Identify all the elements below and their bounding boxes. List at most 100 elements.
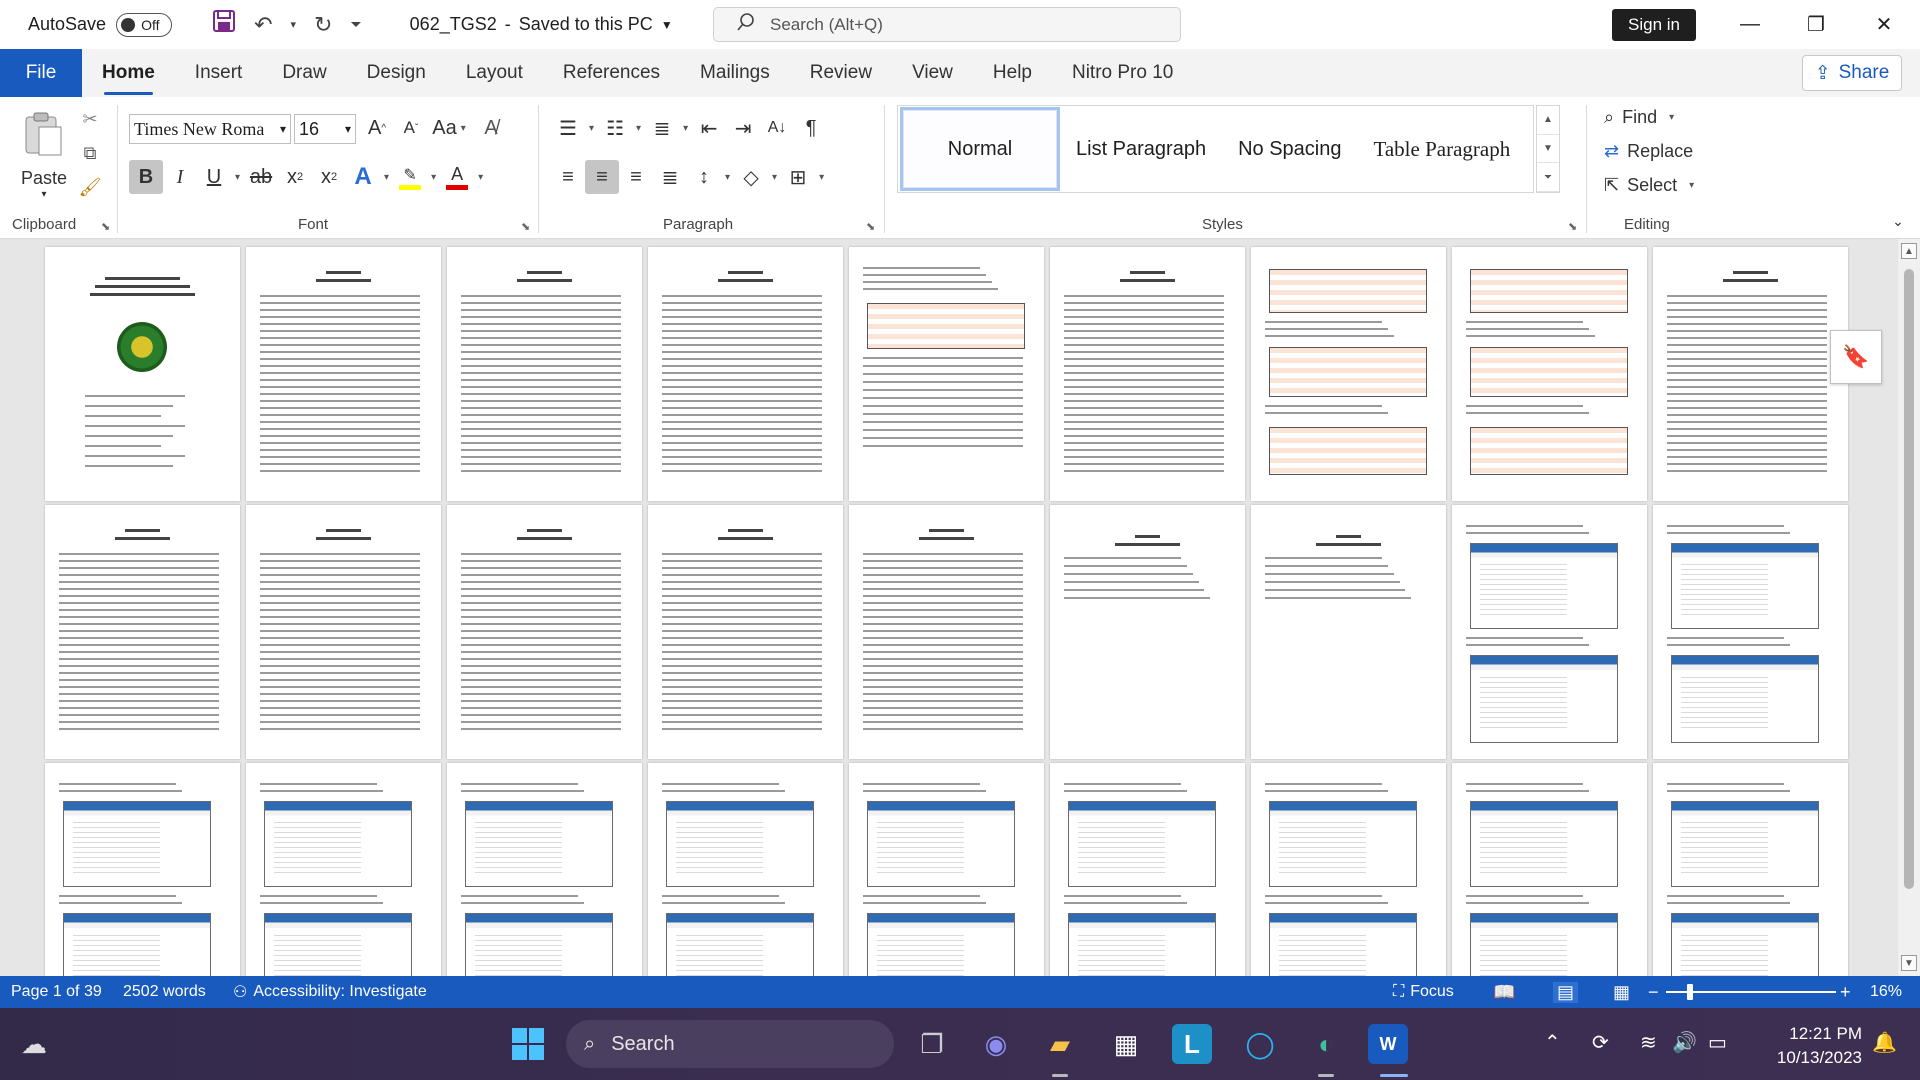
dialog-launcher-icon[interactable]: ⬊	[521, 220, 530, 233]
bookmark-icon[interactable]: 🔖	[1830, 330, 1882, 384]
page-thumbnail[interactable]	[1251, 763, 1446, 976]
sign-in-button[interactable]: Sign in	[1612, 9, 1696, 41]
tab-references[interactable]: References	[543, 49, 680, 97]
borders-icon[interactable]: ⊞	[781, 160, 815, 194]
tab-home[interactable]: Home	[82, 49, 175, 97]
tab-draw[interactable]: Draw	[262, 49, 346, 97]
tab-mailings[interactable]: Mailings	[680, 49, 790, 97]
decrease-indent-icon[interactable]: ⇤	[692, 111, 726, 145]
page-thumbnail[interactable]	[1653, 247, 1848, 501]
dialog-launcher-icon[interactable]: ⬊	[101, 220, 110, 233]
notification-icon[interactable]: 🔔	[1872, 1030, 1897, 1055]
scroll-up-icon[interactable]: ▲	[1537, 106, 1559, 135]
tab-design[interactable]: Design	[347, 49, 446, 97]
select-button[interactable]: ⇱ Select ▾	[1604, 175, 1698, 196]
page-thumbnail[interactable]	[648, 505, 843, 759]
page-thumbnail[interactable]	[648, 763, 843, 976]
document-canvas[interactable]	[0, 239, 1898, 976]
save-icon[interactable]	[212, 9, 236, 40]
page-thumbnail[interactable]	[45, 763, 240, 976]
tab-layout[interactable]: Layout	[446, 49, 543, 97]
taskbar-search[interactable]: ⌕ Search	[566, 1020, 894, 1068]
file-explorer-icon[interactable]: ▰	[1040, 1024, 1080, 1064]
style-list-paragraph[interactable]: List Paragraph	[1060, 107, 1222, 191]
sync-icon[interactable]: ⟳	[1592, 1030, 1609, 1055]
underline-icon[interactable]: U	[197, 160, 231, 194]
page-thumbnail[interactable]	[45, 505, 240, 759]
tab-view[interactable]: View	[892, 49, 973, 97]
font-size-select[interactable]: 16 ▾	[294, 114, 356, 144]
clear-formatting-icon[interactable]: A̸	[474, 111, 508, 145]
highlight-color-icon[interactable]: ✎	[393, 160, 427, 194]
page-thumbnail[interactable]	[246, 247, 441, 501]
page-thumbnail[interactable]	[246, 505, 441, 759]
teams-chat-icon[interactable]: ◉	[976, 1024, 1016, 1064]
page-thumbnail[interactable]	[1452, 505, 1647, 759]
align-right-icon[interactable]: ≡	[619, 160, 653, 194]
tab-review[interactable]: Review	[790, 49, 892, 97]
style-no-spacing[interactable]: No Spacing	[1222, 107, 1357, 191]
undo-dropdown-icon[interactable]: ▾	[291, 18, 297, 31]
page-thumbnail[interactable]	[246, 763, 441, 976]
tab-help[interactable]: Help	[973, 49, 1052, 97]
scroll-down-icon[interactable]: ▼	[1901, 955, 1917, 971]
dialog-launcher-icon[interactable]: ⬊	[1568, 220, 1577, 233]
clock[interactable]: 12:21 PM 10/13/2023	[1762, 1022, 1862, 1070]
shading-icon[interactable]: ◇	[734, 160, 768, 194]
page-thumbnail[interactable]	[1653, 505, 1848, 759]
share-button[interactable]: ⇪ Share	[1802, 55, 1902, 91]
replace-button[interactable]: ⇄ Replace	[1604, 141, 1693, 162]
read-mode-icon[interactable]: 📖	[1493, 982, 1515, 1003]
tab-insert[interactable]: Insert	[175, 49, 263, 97]
font-color-icon[interactable]: A	[440, 160, 474, 194]
page-thumbnail[interactable]	[1050, 505, 1245, 759]
scroll-up-icon[interactable]: ▲	[1901, 243, 1917, 259]
italic-icon[interactable]: I	[163, 160, 197, 194]
change-case-icon[interactable]: Aa ▾	[428, 111, 474, 145]
print-layout-icon[interactable]: ▤	[1553, 981, 1579, 1003]
zoom-level[interactable]: 16%	[1870, 983, 1902, 1001]
weather-icon[interactable]: ☁	[14, 1024, 54, 1064]
page-thumbnail[interactable]	[648, 247, 843, 501]
page-thumbnail[interactable]	[447, 505, 642, 759]
paste-button[interactable]: Paste ▾	[18, 105, 70, 205]
copy-icon[interactable]: ⧉	[78, 141, 102, 165]
word-count[interactable]: 2502 words	[123, 983, 206, 1001]
page-thumbnail[interactable]	[1050, 763, 1245, 976]
microsoft-store-icon[interactable]: ▦	[1106, 1024, 1146, 1064]
grow-font-icon[interactable]: A ^	[360, 111, 394, 145]
format-painter-icon[interactable]: 🖌	[78, 175, 102, 199]
task-view-icon[interactable]: ❐	[912, 1024, 952, 1064]
align-left-icon[interactable]: ≡	[551, 160, 585, 194]
bullets-icon[interactable]: ☰	[551, 111, 585, 145]
text-effects-icon[interactable]: A	[346, 160, 380, 194]
page-thumbnail[interactable]	[1050, 247, 1245, 501]
zoom-in-icon[interactable]: +	[1840, 982, 1851, 1003]
justify-icon[interactable]: ≣	[653, 160, 687, 194]
tab-file[interactable]: File	[0, 49, 82, 97]
search-input[interactable]: Search (Alt+Q)	[713, 7, 1181, 42]
page-thumbnail[interactable]	[849, 247, 1044, 501]
cut-icon[interactable]: ✂	[78, 107, 102, 131]
page-thumbnail[interactable]	[849, 505, 1044, 759]
subscript-icon[interactable]: x2	[278, 160, 312, 194]
start-icon[interactable]	[508, 1024, 548, 1064]
find-button[interactable]: ⌕ Find ▾	[1604, 107, 1678, 128]
web-layout-icon[interactable]: ▦	[1613, 982, 1630, 1003]
page-thumbnail[interactable]	[447, 247, 642, 501]
multilevel-list-icon[interactable]: ≣	[645, 111, 679, 145]
style-table-paragraph[interactable]: Table Paragraph	[1357, 107, 1526, 191]
page-thumbnail[interactable]	[1251, 505, 1446, 759]
redo-icon[interactable]: ↻	[314, 12, 332, 38]
app-l-icon[interactable]: L	[1172, 1024, 1212, 1064]
autosave-control[interactable]: AutoSave Off	[28, 12, 173, 37]
tab-nitro-pro[interactable]: Nitro Pro 10	[1052, 49, 1193, 97]
restore-icon[interactable]: ❐	[1786, 0, 1846, 49]
document-title[interactable]: 062_TGS2 - Saved to this PC ▼	[410, 14, 673, 35]
edge-icon[interactable]: ◐	[1306, 1024, 1346, 1064]
wifi-icon[interactable]: ≋	[1640, 1030, 1657, 1055]
superscript-icon[interactable]: x2	[312, 160, 346, 194]
volume-icon[interactable]: 🔊	[1672, 1030, 1697, 1055]
page-thumbnail[interactable]	[1452, 763, 1647, 976]
strikethrough-icon[interactable]: ab	[244, 160, 278, 194]
